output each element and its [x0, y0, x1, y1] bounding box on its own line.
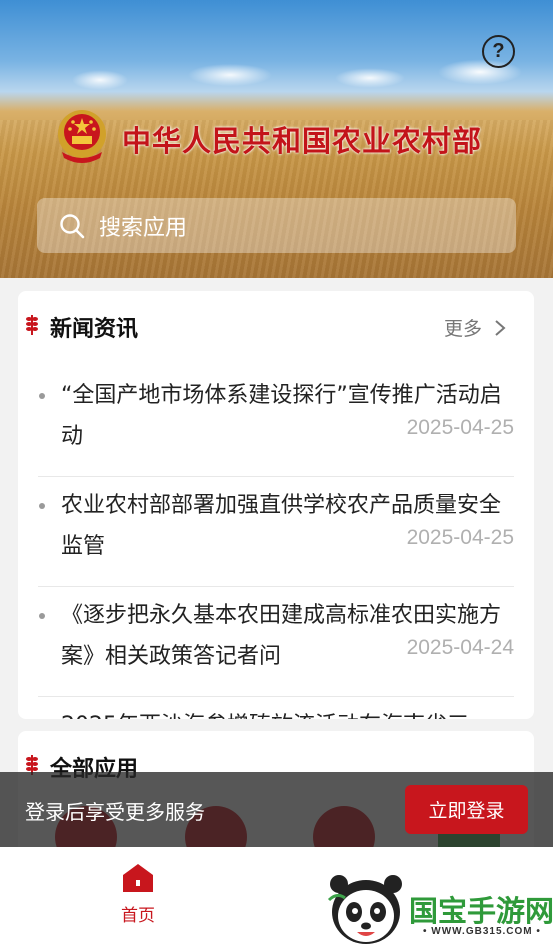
- header-banner: ? 中华人民共和国农业农村部 搜索应用: [0, 0, 553, 278]
- news-section-title: 新闻资讯: [50, 317, 139, 342]
- login-button[interactable]: 立即登录: [405, 785, 528, 834]
- news-more-link[interactable]: 更多: [444, 314, 506, 341]
- home-icon: [123, 864, 153, 892]
- search-icon: [60, 213, 85, 238]
- ministry-title: 中华人民共和国农业农村部: [122, 124, 483, 158]
- news-item[interactable]: 《逐步把永久基本农田建成高标准农田实施方案》相关政策答记者问 2025-04-2…: [38, 587, 514, 697]
- news-title: 2025年西沙海参增殖放流活动在海南省三: [61, 705, 511, 719]
- banner-clouds: [0, 50, 553, 95]
- nav-home-label: 首页: [121, 906, 155, 926]
- news-section-header: 新闻资讯 更多: [18, 291, 534, 361]
- bullet-dot: [39, 393, 45, 399]
- panda-logo-icon: [327, 875, 402, 944]
- site-watermark: 国宝手游网 • WWW.GB315.COM •: [305, 858, 553, 951]
- news-item[interactable]: 2025年西沙海参增殖放流活动在海南省三: [38, 697, 514, 719]
- help-button[interactable]: ?: [482, 35, 515, 68]
- watermark-title: 国宝手游网: [409, 894, 553, 928]
- news-date: 2025-04-24: [406, 636, 514, 659]
- more-label: 更多: [443, 318, 482, 340]
- login-prompt-text: 登录后享受更多服务: [25, 800, 205, 824]
- chevron-right-icon: [495, 319, 506, 336]
- news-date: 2025-04-25: [406, 416, 514, 439]
- help-icon: ?: [492, 40, 505, 62]
- nav-home-tab[interactable]: 首页: [108, 863, 168, 926]
- bullet-dot: [39, 503, 45, 509]
- bullet-dot: [39, 613, 45, 619]
- news-item[interactable]: 农业农村部部署加强直供学校农产品质量安全监管 2025-04-25: [38, 477, 514, 587]
- national-emblem-icon: [58, 110, 106, 163]
- search-bar[interactable]: 搜索应用: [37, 198, 516, 253]
- watermark-url: • WWW.GB315.COM •: [423, 926, 541, 937]
- news-item[interactable]: “全国产地市场体系建设探行”宣传推广活动启动 2025-04-25: [38, 367, 514, 477]
- search-placeholder: 搜索应用: [99, 215, 188, 241]
- wheat-icon: [26, 315, 38, 335]
- news-list: “全国产地市场体系建设探行”宣传推广活动启动 2025-04-25 农业农村部部…: [38, 367, 514, 719]
- news-date: 2025-04-25: [406, 526, 514, 549]
- login-prompt-bar: 登录后享受更多服务 立即登录: [0, 772, 553, 847]
- news-card: 新闻资讯 更多 “全国产地市场体系建设探行”宣传推广活动启动 2025-04-2…: [18, 291, 534, 719]
